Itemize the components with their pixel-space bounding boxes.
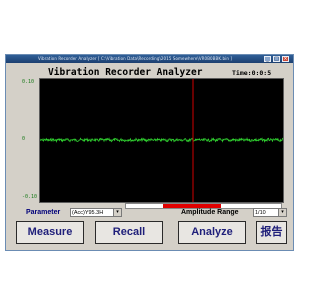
chevron-down-icon[interactable]: ▾	[278, 209, 286, 216]
y-label-bottom: -0.10	[22, 194, 38, 200]
close-icon[interactable]: ×	[282, 56, 289, 62]
time-readout: Time:0:0:5	[232, 69, 272, 77]
analyze-button[interactable]: Analyze	[178, 221, 246, 244]
y-label-zero: 0	[22, 136, 26, 142]
parameter-select[interactable]: (Acc)Y95.3H ▾	[70, 208, 122, 217]
title-bar: Vibration Recorder Analyzer [ C:\Vibrati…	[6, 55, 293, 63]
measure-button[interactable]: Measure	[16, 221, 84, 244]
window-title: Vibration Recorder Analyzer [ C:\Vibrati…	[38, 56, 232, 61]
chevron-down-icon[interactable]: ▾	[113, 209, 121, 216]
parameter-label: Parameter	[26, 209, 61, 216]
y-label-top: 0.10	[22, 79, 35, 85]
app-window: Vibration Recorder Analyzer [ C:\Vibrati…	[5, 54, 294, 251]
waveform-canvas	[39, 79, 284, 202]
parameter-value: (Acc)Y95.3H	[72, 210, 104, 216]
recall-button[interactable]: Recall	[95, 221, 163, 244]
maximize-icon[interactable]: □	[273, 56, 280, 62]
amplitude-range-select[interactable]: 1/10 ▾	[253, 208, 287, 217]
amplitude-range-label: Amplitude Range	[181, 209, 239, 216]
waveform-plot[interactable]	[39, 78, 284, 203]
waveform-trace	[39, 137, 284, 144]
amplitude-value: 1/10	[255, 210, 266, 216]
app-heading: Vibration Recorder Analyzer	[48, 67, 203, 78]
minimize-icon[interactable]: _	[264, 56, 271, 62]
status-progress-fill	[163, 204, 221, 208]
report-button[interactable]: 报告	[256, 221, 287, 244]
